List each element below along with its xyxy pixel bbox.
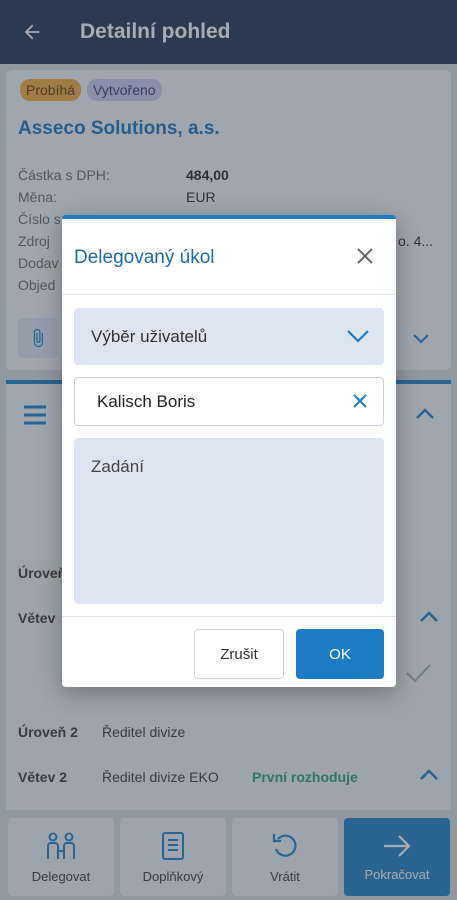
dialog-title: Delegovaný úkol xyxy=(74,247,215,268)
cancel-button[interactable]: Zrušit xyxy=(194,629,284,679)
chevron-down-icon xyxy=(347,330,369,343)
dialog-header: Delegovaný úkol xyxy=(62,219,396,295)
dialog-footer-divider xyxy=(62,616,396,617)
selected-user-name: Kalisch Boris xyxy=(97,392,196,411)
selected-user-chip: Kalisch Boris xyxy=(74,377,384,426)
assignment-placeholder: Zadání xyxy=(91,457,144,476)
ok-button[interactable]: OK xyxy=(296,629,384,679)
user-select-placeholder: Výběr uživatelů xyxy=(91,327,208,346)
delegate-task-dialog: Delegovaný úkol Výběr uživatelů Kalisch … xyxy=(62,215,396,687)
assignment-textarea[interactable]: Zadání xyxy=(74,438,384,604)
close-icon[interactable] xyxy=(354,245,376,267)
user-select-dropdown[interactable]: Výběr uživatelů xyxy=(74,308,384,365)
remove-user-icon[interactable] xyxy=(351,392,369,410)
